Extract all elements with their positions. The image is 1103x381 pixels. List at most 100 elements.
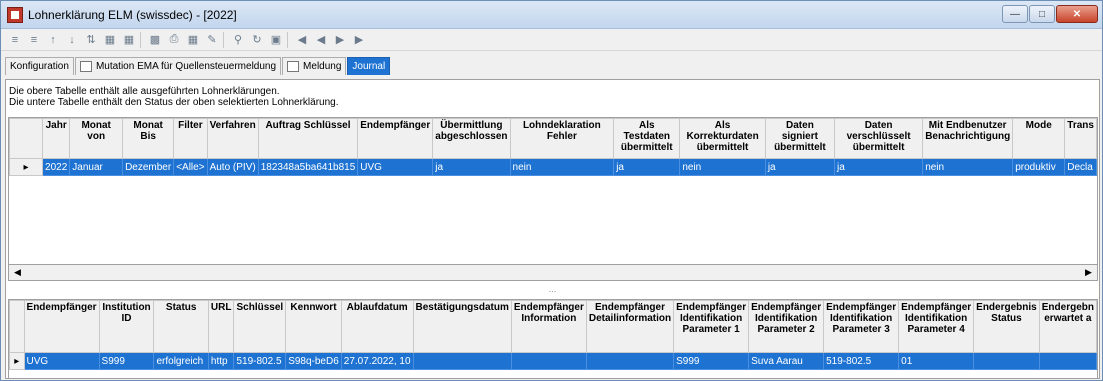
- table-cell[interactable]: ja: [613, 158, 681, 176]
- document-icon: [79, 61, 92, 72]
- delete-row-icon[interactable]: ≡: [26, 32, 42, 48]
- move-down-icon[interactable]: ↓: [64, 32, 80, 48]
- description-line-1: Die obere Tabelle enthält alle ausgeführ…: [9, 86, 280, 97]
- column-header[interactable]: Endempfänger Identifikation Parameter 3: [823, 300, 900, 353]
- column-header[interactable]: Jahr: [42, 118, 71, 159]
- table-cell[interactable]: Suva Aarau: [748, 352, 825, 370]
- table-cell[interactable]: Auto (PIV): [206, 158, 259, 176]
- previous-icon[interactable]: ◀: [313, 32, 329, 48]
- paste-icon[interactable]: ▩: [147, 32, 163, 48]
- sort-icon[interactable]: ⇅: [83, 32, 99, 48]
- table-cell[interactable]: 27.07.2022, 10: [340, 352, 414, 370]
- move-up-icon[interactable]: ↑: [45, 32, 61, 48]
- last-icon[interactable]: ▶: [351, 32, 367, 48]
- table-cell[interactable]: ja: [432, 158, 511, 176]
- table-cell[interactable]: 519-802.5: [233, 352, 287, 370]
- column-header[interactable]: Trans: [1064, 118, 1097, 159]
- table-cell[interactable]: 519-802.5: [823, 352, 900, 370]
- column-header[interactable]: Status: [153, 300, 209, 353]
- first-icon[interactable]: ◀: [294, 32, 310, 48]
- next-icon[interactable]: ▶: [332, 32, 348, 48]
- tab-meldung[interactable]: Meldung: [282, 57, 347, 75]
- table-cell[interactable]: ja: [764, 158, 836, 176]
- table-cell[interactable]: 2022: [42, 158, 71, 176]
- column-header[interactable]: Mode: [1012, 118, 1066, 159]
- table-cell[interactable]: nein: [922, 158, 1014, 176]
- column-header[interactable]: Als Testdaten übermittelt: [613, 118, 681, 159]
- column-header[interactable]: Verfahren: [206, 118, 259, 159]
- table-cell[interactable]: 01: [898, 352, 975, 370]
- table-cell[interactable]: UVG: [357, 158, 434, 176]
- column-header[interactable]: Daten signiert übermittelt: [764, 118, 836, 159]
- table-cell[interactable]: S999: [673, 352, 750, 370]
- table-cell[interactable]: [412, 352, 512, 370]
- table-cell[interactable]: ja: [834, 158, 924, 176]
- search-icon[interactable]: ⚲: [230, 32, 246, 48]
- export-icon[interactable]: ▣: [268, 32, 284, 48]
- column-header[interactable]: Ablaufdatum: [340, 300, 414, 353]
- refresh-icon[interactable]: ↻: [249, 32, 265, 48]
- table-cell[interactable]: produktiv: [1012, 158, 1066, 176]
- column-header[interactable]: Monat Bis: [122, 118, 175, 159]
- table-cell[interactable]: S98q-beD6: [285, 352, 342, 370]
- splitter-handle[interactable]: ...: [6, 284, 1099, 296]
- table-cell[interactable]: Januar: [69, 158, 124, 176]
- column-header[interactable]: Monat von: [69, 118, 124, 159]
- insert-row-icon[interactable]: ≡: [7, 32, 23, 48]
- table-cell[interactable]: 182348a5ba641b815: [257, 158, 359, 176]
- table-cell[interactable]: Dezember: [122, 158, 175, 176]
- row-selector-icon[interactable]: ▸: [9, 352, 25, 370]
- table-cell[interactable]: [510, 352, 587, 370]
- scroll-left-icon[interactable]: ◀: [9, 265, 26, 280]
- column-header[interactable]: Übermittlung abgeschlossen: [432, 118, 511, 159]
- column-header[interactable]: URL: [207, 300, 235, 353]
- edit-icon[interactable]: ✎: [204, 32, 220, 48]
- column-header[interactable]: Endempfänger Identifikation Parameter 1: [673, 300, 750, 353]
- column-header[interactable]: Auftrag Schlüssel: [257, 118, 359, 159]
- column-header[interactable]: Endergebnis Status: [973, 300, 1040, 353]
- table-cell[interactable]: S999: [98, 352, 155, 370]
- column-header[interactable]: Daten verschlüsselt übermittelt: [834, 118, 924, 159]
- maximize-button[interactable]: □: [1029, 5, 1055, 23]
- close-button[interactable]: ✕: [1056, 5, 1098, 23]
- column-header[interactable]: Mit Endbenutzer Benachrichtigung: [922, 118, 1014, 159]
- column-header[interactable]: Endempfänger Identifikation Parameter 2: [748, 300, 825, 353]
- minimize-button[interactable]: —: [1002, 5, 1028, 23]
- table-cell[interactable]: UVG: [23, 352, 100, 370]
- column-header[interactable]: Endempfänger Identifikation Parameter 4: [898, 300, 975, 353]
- column-header[interactable]: Schlüssel: [233, 300, 287, 353]
- table-cell[interactable]: nein: [679, 158, 766, 176]
- column-header[interactable]: Endempfänger Information: [510, 300, 587, 353]
- description-line-2: Die untere Tabelle enthält den Status de…: [9, 97, 339, 108]
- column-header[interactable]: Endergebn erwartet a: [1038, 300, 1097, 353]
- table-cell[interactable]: <Alle>: [173, 158, 208, 176]
- row-selector-icon[interactable]: ▸: [9, 158, 44, 176]
- column-header[interactable]: Lohndeklaration Fehler: [509, 118, 615, 159]
- horizontal-scrollbar[interactable]: ◀ ▶: [8, 264, 1098, 281]
- print-icon[interactable]: ⎙: [166, 32, 182, 48]
- column-header[interactable]: Filter: [173, 118, 208, 159]
- table-cell[interactable]: nein: [509, 158, 615, 176]
- column-header[interactable]: Endempfänger Detailinformation: [585, 300, 675, 353]
- table-cell[interactable]: http: [207, 352, 235, 370]
- column-header[interactable]: Endempfänger: [23, 300, 100, 353]
- tab-journal[interactable]: Journal: [347, 57, 391, 75]
- scroll-right-icon[interactable]: ▶: [1080, 265, 1097, 280]
- tab-mutation-ema[interactable]: Mutation EMA für Quellensteuermeldung: [74, 57, 282, 75]
- table-row[interactable]: ▸ 2022 Januar Dezember <Alle> Auto (PIV)…: [9, 158, 1097, 176]
- tab-konfiguration[interactable]: Konfiguration: [5, 57, 74, 75]
- table-cell[interactable]: Decla: [1064, 158, 1097, 176]
- column-header[interactable]: Als Korrekturdaten übermittelt: [679, 118, 766, 159]
- save-icon[interactable]: ▦: [185, 32, 201, 48]
- columns-icon[interactable]: ▦: [121, 32, 137, 48]
- column-header[interactable]: Kennwort: [285, 300, 342, 353]
- column-header[interactable]: Bestätigungsdatum: [412, 300, 512, 353]
- table-cell[interactable]: erfolgreich: [153, 352, 209, 370]
- column-header[interactable]: Endempfänger: [357, 118, 434, 159]
- table-row[interactable]: ▸ UVG S999 erfolgreich http 519-802.5 S9…: [9, 352, 1097, 370]
- table-cell[interactable]: [973, 352, 1040, 370]
- column-header[interactable]: Institution ID: [98, 300, 155, 353]
- table-cell[interactable]: [1038, 352, 1097, 370]
- table-cell[interactable]: [585, 352, 675, 370]
- filter-grid-icon[interactable]: ▦: [102, 32, 118, 48]
